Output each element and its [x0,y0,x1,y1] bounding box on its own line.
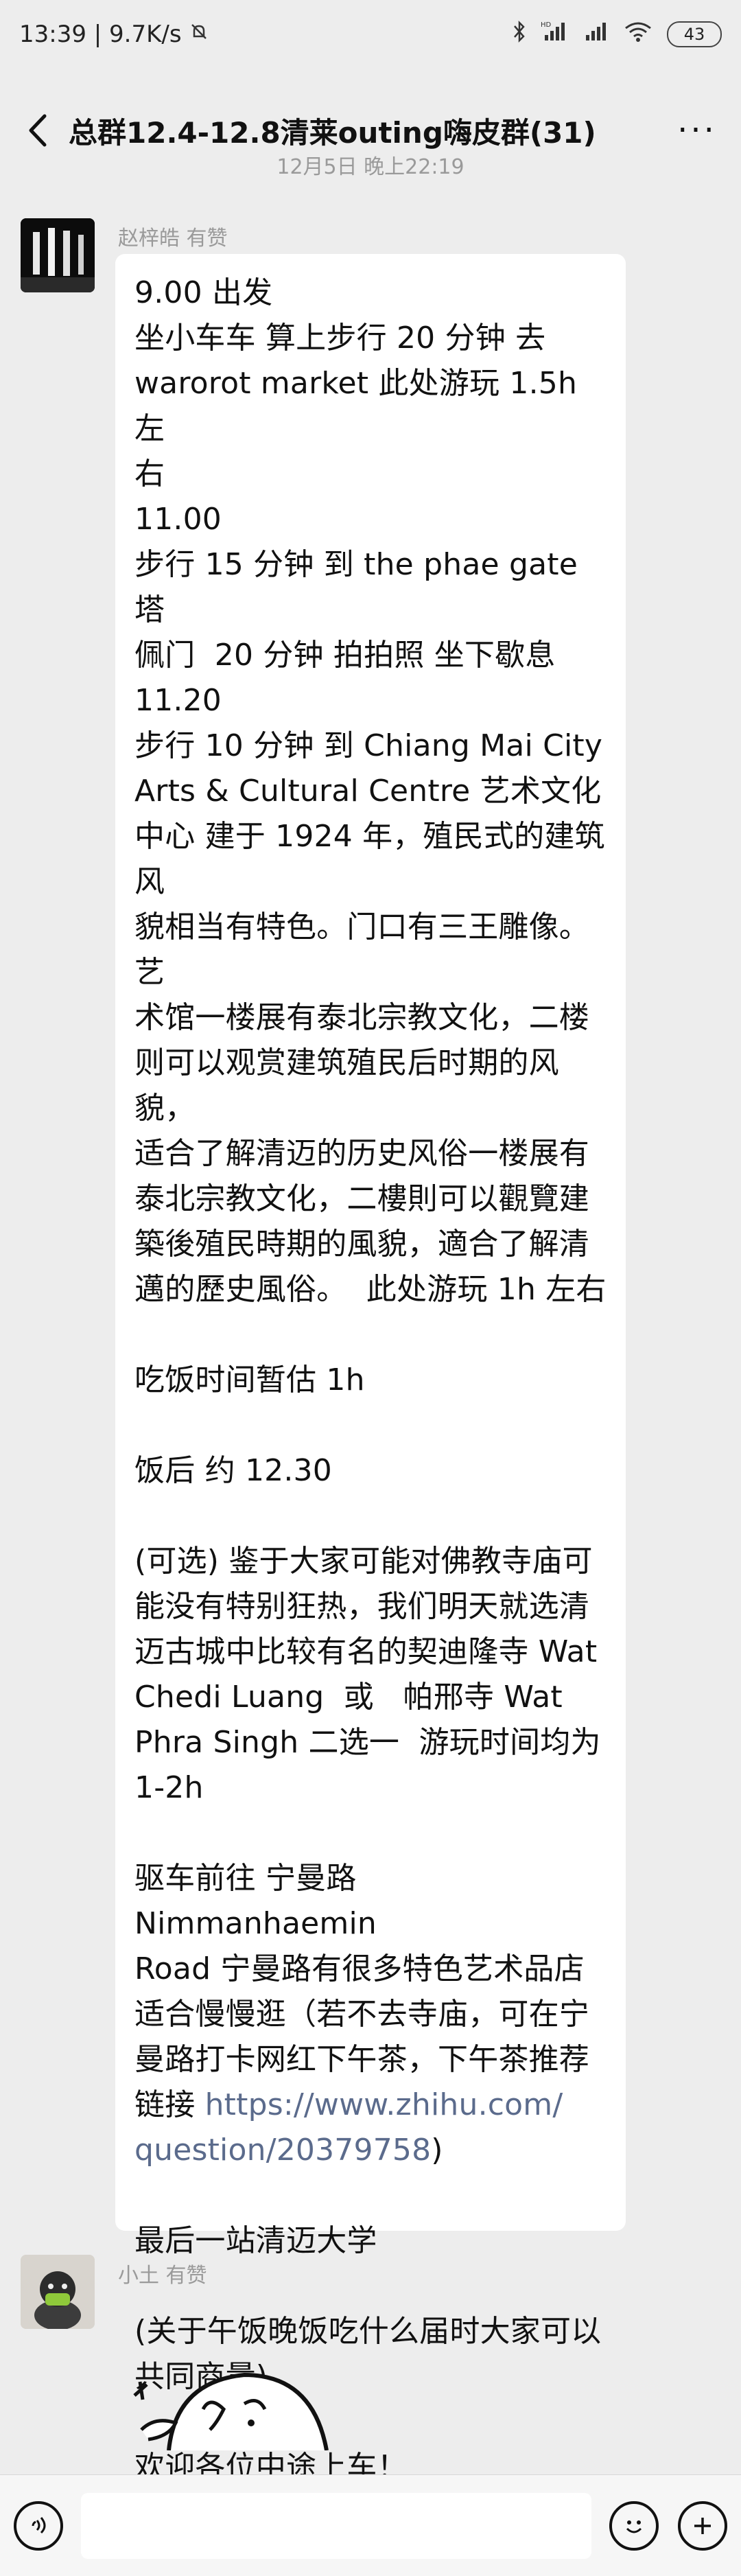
sticker-image[interactable] [128,2354,333,2451]
message-text: 9.00 出发 坐小车车 算上步行 20 分钟 去 warorot market… [134,275,607,2485]
signal-hd-icon: HD [541,20,568,49]
message-bubble[interactable]: 9.00 出发 坐小车车 算上步行 20 分钟 去 warorot market… [115,254,626,2484]
mute-icon [189,21,209,48]
bluetooth-icon [512,20,527,49]
avatar[interactable] [21,218,95,292]
wifi-icon [623,20,653,49]
sender-name: 小土 有赞 [118,2264,207,2288]
plus-icon[interactable] [678,2500,727,2551]
battery-icon: 43 [667,21,722,47]
voice-icon[interactable] [14,2500,63,2551]
emoji-icon[interactable] [609,2500,659,2551]
svg-text:HD: HD [541,21,552,29]
avatar[interactable] [21,2255,95,2329]
more-button[interactable]: ··· [670,111,725,150]
back-button[interactable] [16,110,58,151]
sender-name: 赵梓皓 有赞 [118,227,228,251]
status-bar: 13:39 | 9.7K/s HD 43 [0,0,741,69]
chat-title: 总群12.4-12.8清莱outing嗨皮群(31) [69,115,596,150]
chevron-left-icon [29,114,47,147]
input-bar [0,2474,741,2576]
message-input[interactable] [81,2492,591,2559]
status-time: 13:39 | 9.7K/s [19,21,182,48]
message-timestamp: 12月5日 晚上22:19 [277,155,464,179]
signal-icon [582,20,609,49]
